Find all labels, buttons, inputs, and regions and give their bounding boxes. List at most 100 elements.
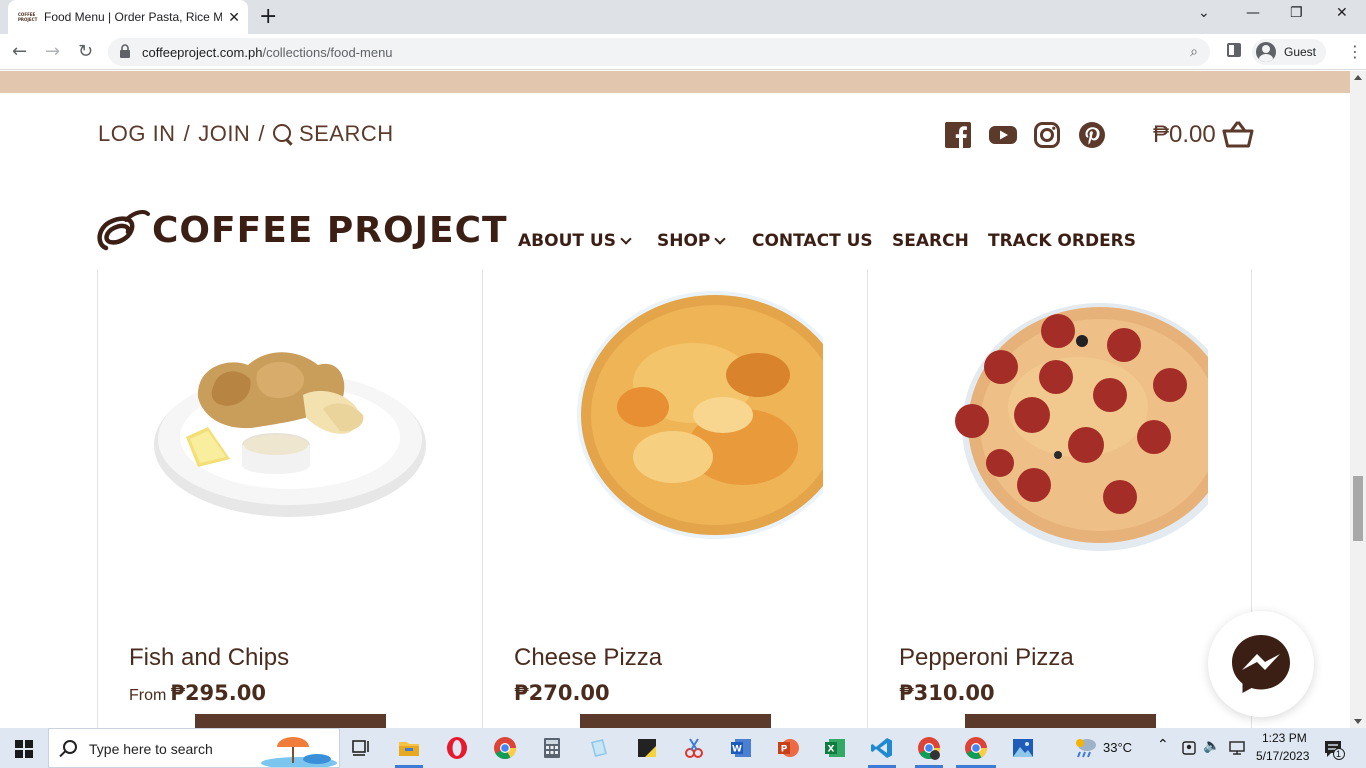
tab-title: Food Menu | Order Pasta, Rice M (44, 10, 222, 24)
product-card[interactable]: Cheese Pizza ₱270.00 (482, 269, 867, 728)
price-prefix: From (129, 687, 167, 704)
lock-icon[interactable] (120, 44, 130, 58)
chrome-active-icon[interactable] (964, 736, 988, 760)
zoom-icon[interactable]: ⌕ (1190, 43, 1198, 60)
search-link[interactable]: SEARCH (299, 121, 394, 147)
snipping-tool-icon[interactable] (682, 736, 706, 760)
restore-icon[interactable]: ❐ (1290, 5, 1303, 21)
clock-time[interactable]: 1:23 PM (1262, 731, 1307, 745)
youtube-icon[interactable] (989, 122, 1017, 148)
beach-umbrella-icon (261, 737, 337, 767)
fish-and-chips-image[interactable] (138, 287, 438, 557)
weather-rain-icon[interactable] (1072, 737, 1098, 759)
pinterest-icon[interactable] (1079, 122, 1105, 148)
task-view-icon[interactable] (350, 736, 374, 760)
nav-shop[interactable]: SHOP (657, 231, 727, 251)
window-close-icon[interactable]: ✕ (1336, 5, 1348, 21)
word-icon[interactable]: W (729, 736, 753, 760)
cheese-pizza-image[interactable] (523, 287, 823, 557)
file-explorer-icon[interactable] (397, 736, 421, 760)
site-logo[interactable]: COFFEE PROJECT (96, 205, 508, 255)
svg-text:P: P (781, 745, 788, 755)
product-price: From ₱295.00 (129, 681, 266, 705)
new-tab-plus-icon[interactable]: + (259, 4, 277, 29)
product-title[interactable]: Pepperoni Pizza (899, 644, 1074, 672)
cart-basket-icon[interactable] (1222, 121, 1254, 149)
temperature-label[interactable]: 33°C (1103, 740, 1132, 755)
excel-icon[interactable]: X (823, 736, 847, 760)
chevron-up-icon[interactable]: ⌃ (1157, 737, 1169, 753)
clock-date[interactable]: 5/17/2023 (1256, 749, 1309, 763)
messenger-icon (1232, 635, 1290, 693)
tab-search-chevron-icon[interactable]: ⌄ (1198, 5, 1210, 21)
add-to-cart-button[interactable] (580, 714, 771, 728)
side-panel-icon[interactable] (1227, 43, 1241, 57)
svg-text:X: X (828, 745, 835, 755)
meet-now-icon[interactable] (1182, 741, 1196, 755)
page-viewport: LOG IN / JOIN / SEARCH ₱0.00 COFFEE PROJ… (0, 71, 1350, 728)
facebook-icon[interactable] (945, 122, 971, 148)
address-bar[interactable]: coffeeproject.com.ph/collections/food-me… (108, 38, 1210, 66)
nav-track-orders[interactable]: TRACK ORDERS (988, 231, 1136, 251)
search-icon[interactable] (272, 124, 293, 144)
pepperoni-pizza-image[interactable] (908, 287, 1208, 557)
reload-icon[interactable]: ↻ (78, 41, 93, 62)
nav-contact-us[interactable]: CONTACT US (752, 231, 873, 251)
chrome-profile-icon[interactable] (917, 736, 941, 760)
scroll-down-arrow-icon[interactable] (1354, 719, 1362, 724)
windows-taskbar: Type here to search W P X 33°C ⌃ 🔈 1:23 … (0, 728, 1366, 768)
browser-toolbar: ← → ↻ coffeeproject.com.ph/collections/f… (0, 34, 1366, 70)
chrome-icon[interactable] (493, 736, 517, 760)
url-text[interactable]: coffeeproject.com.ph/collections/food-me… (142, 45, 393, 60)
opera-icon[interactable] (445, 736, 469, 760)
vscode-icon[interactable] (870, 736, 894, 760)
product-grid: Fish and Chips From₱295.00 Cheese Pizza (97, 269, 1252, 728)
sticky-notes-icon[interactable] (635, 736, 659, 760)
forward-arrow-icon[interactable]: → (45, 41, 60, 62)
login-link[interactable]: LOG IN (98, 121, 176, 147)
account-nav: LOG IN / JOIN / SEARCH (98, 121, 402, 147)
avatar (1256, 42, 1276, 62)
instagram-icon[interactable] (1034, 122, 1060, 148)
join-link[interactable]: JOIN (198, 121, 250, 147)
taskbar-search-placeholder: Type here to search (89, 741, 213, 757)
nav-search[interactable]: SEARCH (892, 231, 969, 251)
product-card[interactable]: Fish and Chips From ₱295.00 (97, 269, 482, 728)
price-amount: ₱310.00 (899, 681, 995, 705)
browser-menu-icon[interactable]: ⋮ (1347, 42, 1363, 61)
profile-button[interactable]: Guest (1252, 39, 1327, 65)
add-to-cart-button[interactable] (965, 714, 1156, 728)
notepad-icon[interactable] (587, 736, 611, 760)
browser-tab-bar: COFFEE PROJECT Food Menu | Order Pasta, … (0, 0, 1366, 34)
messenger-chat-button[interactable] (1208, 611, 1314, 717)
nav-shop-label: SHOP (657, 231, 711, 251)
minimize-icon[interactable]: — (1246, 5, 1260, 21)
add-to-cart-button[interactable] (195, 714, 386, 728)
calculator-icon[interactable] (540, 736, 564, 760)
cart-total[interactable]: ₱0.00 (1153, 121, 1216, 149)
separator: / (258, 121, 265, 146)
close-icon[interactable]: ✕ (228, 9, 240, 26)
speaker-icon[interactable]: 🔈 (1203, 738, 1220, 754)
scroll-up-arrow-icon[interactable] (1354, 75, 1362, 80)
back-arrow-icon[interactable]: ← (12, 41, 27, 62)
photos-icon[interactable] (1011, 736, 1035, 760)
notification-center-icon[interactable] (1323, 738, 1345, 760)
profile-label: Guest (1284, 45, 1317, 59)
coffee-bean-logo-icon (97, 210, 150, 251)
product-title[interactable]: Cheese Pizza (514, 644, 662, 672)
chevron-down-icon (714, 232, 727, 245)
announcement-bar (0, 71, 1350, 93)
taskbar-search-box[interactable]: Type here to search (48, 728, 340, 768)
page-scrollbar[interactable] (1350, 71, 1366, 728)
browser-tab[interactable]: COFFEE PROJECT Food Menu | Order Pasta, … (8, 0, 248, 34)
powerpoint-icon[interactable]: P (776, 736, 800, 760)
product-title[interactable]: Fish and Chips (129, 644, 289, 672)
scrollbar-thumb[interactable] (1353, 476, 1363, 541)
product-card[interactable]: Pepperoni Pizza ₱310.00 (867, 269, 1252, 728)
price-amount: ₱270.00 (514, 681, 610, 705)
nav-about-us[interactable]: ABOUT US (518, 231, 632, 251)
url-host: coffeeproject.com.ph (142, 45, 263, 60)
windows-start-icon[interactable] (15, 740, 33, 758)
network-icon[interactable] (1229, 741, 1245, 755)
